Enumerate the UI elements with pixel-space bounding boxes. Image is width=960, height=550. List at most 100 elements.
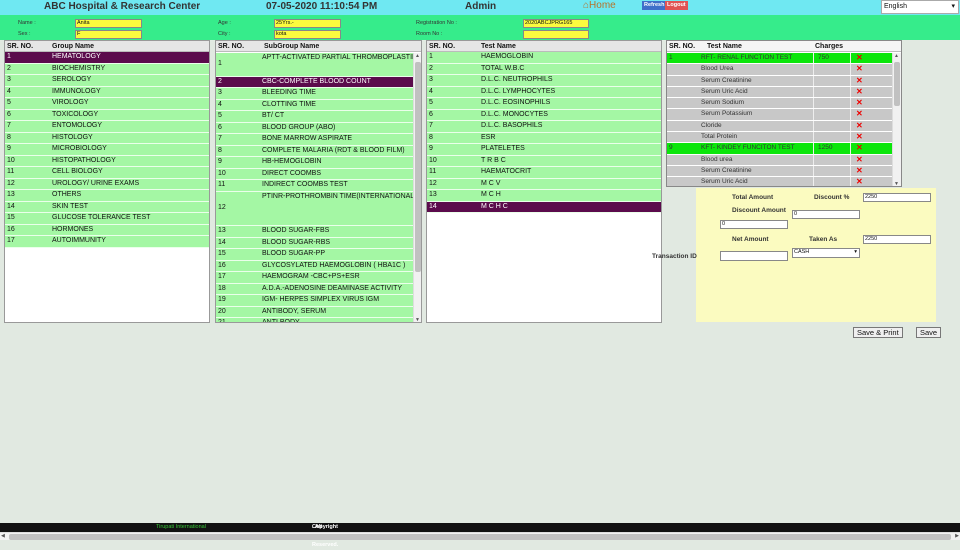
taken-as-select[interactable]: CASH ▾: [792, 248, 860, 258]
list-row[interactable]: 19 IGM- HERPES SIMPLEX VIRUS IGM: [216, 295, 415, 307]
remove-icon[interactable]: ✕: [856, 155, 863, 164]
home-link[interactable]: ⌂Home: [583, 0, 616, 11]
list-row[interactable]: 7 D.L.C. BASOPHILS: [427, 121, 661, 133]
list-row[interactable]: 10 DIRECT COOMBS: [216, 168, 415, 180]
list-row[interactable]: 1 APTT-ACTIVATED PARTIAL THROMBOPLASTIN T…: [216, 53, 415, 77]
selected-test-row[interactable]: Blood urea ✕: [667, 154, 893, 166]
remove-icon[interactable]: ✕: [856, 64, 863, 73]
list-row[interactable]: 5 D.L.C. EOSINOPHILS: [427, 98, 661, 110]
list-row[interactable]: 6 TOXICOLOGY: [5, 109, 209, 121]
page-horizontal-scrollbar[interactable]: ◀ ▶: [0, 532, 960, 540]
discount-percent-field[interactable]: 0: [792, 210, 860, 219]
list-row[interactable]: 9 HB-HEMOGLOBIN: [216, 157, 415, 169]
list-row[interactable]: 14 BLOOD SUGAR-RBS: [216, 237, 415, 249]
refresh-button[interactable]: Refresh: [642, 1, 667, 10]
list-row[interactable]: 2 CBC-COMPLETE BLOOD COUNT: [216, 76, 415, 88]
discount-amount-field[interactable]: 0: [720, 220, 788, 229]
list-row[interactable]: 13 BLOOD SUGAR-FBS: [216, 226, 415, 238]
list-row[interactable]: 21 ANTI BODY: [216, 318, 415, 322]
selected-test-row[interactable]: Serum Potassium ✕: [667, 109, 893, 121]
remove-icon[interactable]: ✕: [856, 109, 863, 118]
save-and-print-button[interactable]: Save & Print: [853, 327, 903, 338]
list-row[interactable]: 12 M C V: [427, 178, 661, 190]
list-row[interactable]: 7 ENTOMOLOGY: [5, 121, 209, 133]
list-row[interactable]: 17 AUTOIMMUNITY: [5, 236, 209, 248]
list-row[interactable]: 7 BONE MARROW ASPIRATE: [216, 134, 415, 146]
list-row[interactable]: 5 BT/ CT: [216, 111, 415, 123]
list-row[interactable]: 13 OTHERS: [5, 190, 209, 202]
list-row[interactable]: 11 CELL BIOLOGY: [5, 167, 209, 179]
subgroup-scrollbar[interactable]: ▲ ▼: [413, 53, 421, 322]
remove-icon[interactable]: ✕: [856, 76, 863, 85]
remove-icon[interactable]: ✕: [856, 132, 863, 141]
remove-icon[interactable]: ✕: [856, 53, 863, 62]
list-row[interactable]: 6 D.L.C. MONOCYTES: [427, 109, 661, 121]
scroll-thumb[interactable]: [415, 62, 421, 272]
save-button[interactable]: Save: [916, 327, 942, 338]
language-select[interactable]: English ▾: [881, 0, 959, 14]
list-row[interactable]: 11 HAEMATOCRIT: [427, 167, 661, 179]
list-row[interactable]: 4 D.L.C. LYMPHOCYTES: [427, 86, 661, 98]
city-field[interactable]: kota: [274, 30, 341, 39]
selected-test-row[interactable]: 9 KFT- KINDEY FUNCITON TEST 1250 ✕: [667, 143, 893, 155]
selected-test-row[interactable]: Serum Uric Acid ✕: [667, 177, 893, 186]
list-row[interactable]: 15 BLOOD SUGAR-PP: [216, 249, 415, 261]
list-row[interactable]: 3 D.L.C. NEUTROPHILS: [427, 75, 661, 87]
list-row[interactable]: 11 INDIRECT COOMBS TEST: [216, 180, 415, 192]
list-row[interactable]: 3 SEROLOGY: [5, 75, 209, 87]
list-row[interactable]: 9 PLATELETES: [427, 144, 661, 156]
selected-test-row[interactable]: Serum Sodium ✕: [667, 98, 893, 110]
list-row[interactable]: 2 BIOCHEMISTRY: [5, 63, 209, 75]
list-row[interactable]: 5 VIROLOGY: [5, 98, 209, 110]
list-row[interactable]: 1 HAEMOGLOBIN: [427, 52, 661, 64]
scroll-thumb[interactable]: [9, 534, 951, 540]
list-row[interactable]: 8 HISTOLOGY: [5, 132, 209, 144]
scroll-thumb[interactable]: [894, 62, 900, 106]
remove-icon[interactable]: ✕: [856, 177, 863, 186]
list-row[interactable]: 10 HISTOPATHOLOGY: [5, 155, 209, 167]
list-row[interactable]: 8 ESR: [427, 132, 661, 144]
logout-button[interactable]: Logout: [665, 1, 688, 10]
remove-icon[interactable]: ✕: [856, 143, 863, 152]
selected-test-row[interactable]: Serum Creatinine ✕: [667, 75, 893, 87]
selected-tests-scrollbar[interactable]: ▲ ▼: [892, 53, 901, 186]
list-row[interactable]: 4 CLOTTING TIME: [216, 99, 415, 111]
list-row[interactable]: 12 PTINR-PROTHROMBIN TIME(INTERNATIONAL N…: [216, 191, 415, 226]
remove-icon[interactable]: ✕: [856, 87, 863, 96]
list-row[interactable]: 6 BLOOD GROUP (ABO): [216, 122, 415, 134]
list-row[interactable]: 15 GLUCOSE TOLERANCE TEST: [5, 213, 209, 225]
list-row[interactable]: 4 IMMUNOLOGY: [5, 86, 209, 98]
total-amount-field[interactable]: 2250: [863, 193, 931, 202]
list-row[interactable]: 16 HORMONES: [5, 224, 209, 236]
room-field[interactable]: [523, 30, 589, 39]
list-row[interactable]: 17 HAEMOGRAM -CBC+PS+ESR: [216, 272, 415, 284]
list-row[interactable]: 3 BLEEDING TIME: [216, 88, 415, 100]
list-row[interactable]: 12 UROLOGY/ URINE EXAMS: [5, 178, 209, 190]
name-field[interactable]: Anita: [75, 19, 142, 28]
registration-field[interactable]: 2020ABCJPRG165: [523, 19, 589, 28]
list-row[interactable]: 14 M C H C: [427, 201, 661, 213]
selected-test-row[interactable]: Blood Urea ✕: [667, 64, 893, 76]
selected-test-row[interactable]: 1 RFT- RENAL FUNCTION TEST 750 ✕: [667, 53, 893, 65]
net-amount-field[interactable]: 2250: [863, 235, 931, 244]
list-row[interactable]: 20 ANTIBODY, SERUM: [216, 306, 415, 318]
selected-test-row[interactable]: Total Protein ✕: [667, 132, 893, 144]
sex-field[interactable]: F: [75, 30, 142, 39]
selected-test-row[interactable]: Serum Creatinine ✕: [667, 165, 893, 178]
list-row[interactable]: 16 GLYCOSYLATED HAEMOGLOBIN ( HBA1C ): [216, 260, 415, 272]
transaction-id-field[interactable]: [720, 251, 788, 261]
age-field[interactable]: 25Yrs.-: [274, 19, 341, 28]
list-row[interactable]: 9 MICROBIOLOGY: [5, 144, 209, 156]
list-row[interactable]: 8 COMPLETE MALARIA (RDT & BLOOD FILM): [216, 145, 415, 157]
list-row[interactable]: 14 SKIN TEST: [5, 201, 209, 213]
list-row[interactable]: 1 HEMATOLOGY: [5, 52, 209, 64]
list-row[interactable]: 2 TOTAL W.B.C: [427, 63, 661, 75]
remove-icon[interactable]: ✕: [856, 98, 863, 107]
selected-test-row[interactable]: Cloride ✕: [667, 120, 893, 133]
selected-test-row[interactable]: Serum Uric Acid ✕: [667, 86, 893, 99]
list-row[interactable]: 13 M C H: [427, 190, 661, 202]
remove-icon[interactable]: ✕: [856, 166, 863, 175]
remove-icon[interactable]: ✕: [856, 121, 863, 130]
list-row[interactable]: 10 T R B C: [427, 155, 661, 167]
list-row[interactable]: 18 A.D.A.-ADENOSINE DEAMINASE ACTIVITY: [216, 283, 415, 295]
